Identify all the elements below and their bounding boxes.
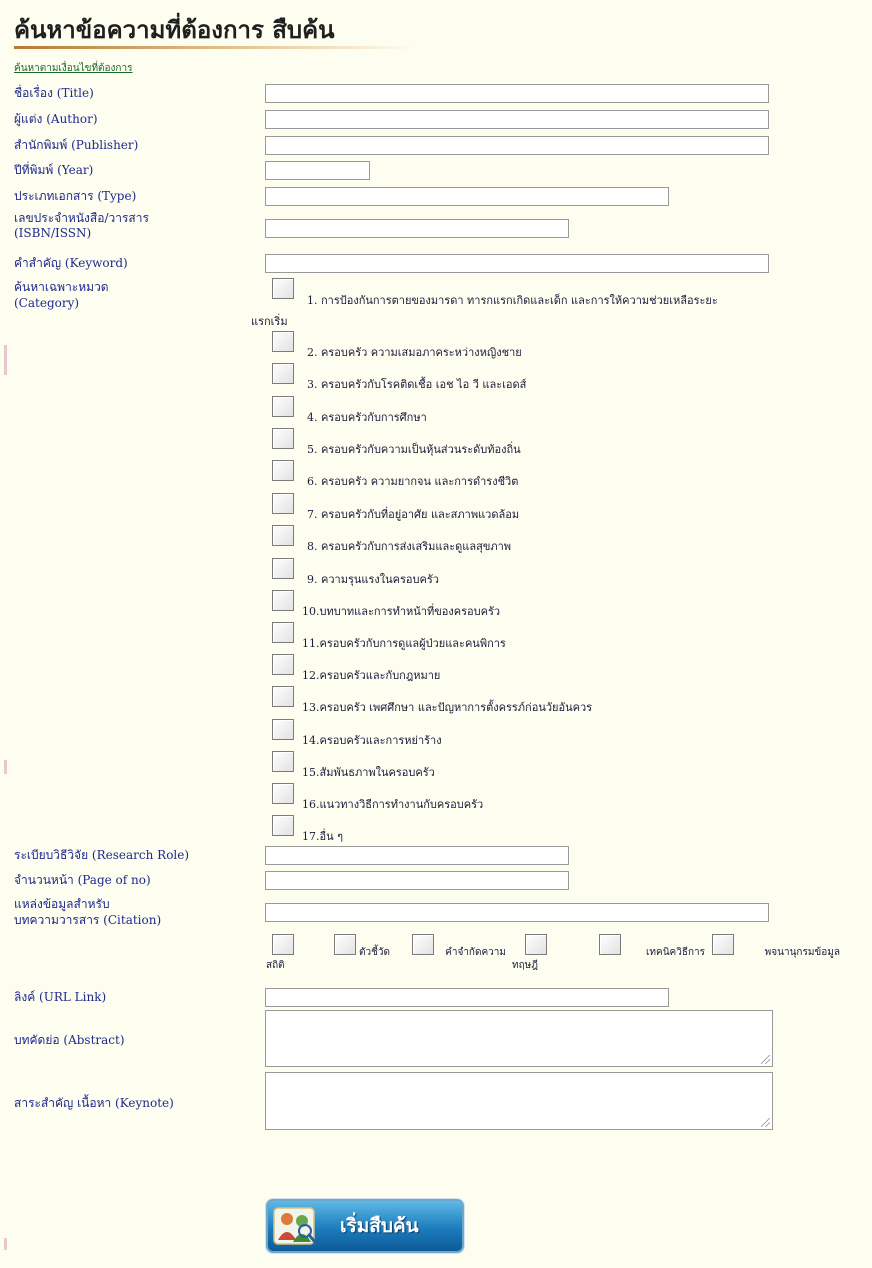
advanced-search-link[interactable]: ค้นหาตามเงื่อนไขที่ต้องการ xyxy=(14,61,132,76)
page-edge-mark xyxy=(4,345,7,375)
keynote-label: สาระสำคัญ เนื้อหา (Keynote) xyxy=(14,1096,174,1110)
category-label-2: 2. ครอบครัว ความเสมอภาคระหว่างหญิงชาย xyxy=(307,346,522,359)
keyword-label: คำสำคัญ (Keyword) xyxy=(14,256,128,270)
category-checkbox-7[interactable] xyxy=(272,493,294,514)
search-figures-icon xyxy=(272,1204,320,1248)
category-label-line2: (Category) xyxy=(14,296,80,310)
author-label: ผู้แต่ง (Author) xyxy=(14,112,98,126)
category-label-1a: 1. การป้องกันการตายของมารดา ทารกแรกเกิดแ… xyxy=(307,294,718,307)
category-label-3: 3. ครอบครัวกับโรคติดเชื้อ เอช ไอ วี และเ… xyxy=(307,378,527,391)
category-checkbox-11[interactable] xyxy=(272,622,294,643)
citation-option-statistics: สถิติ xyxy=(266,960,285,971)
category-checkbox-13[interactable] xyxy=(272,686,294,707)
page-title: ค้นหาข้อความที่ต้องการ สืบค้น xyxy=(14,16,335,44)
page-edge-mark xyxy=(4,760,7,774)
keyword-input[interactable] xyxy=(265,254,769,273)
page-edge-mark xyxy=(4,1238,7,1250)
type-input[interactable] xyxy=(265,187,669,206)
category-label-10: 10.บทบาทและการทำหน้าที่ของครอบครัว xyxy=(302,605,501,618)
citation-checkbox-statistics[interactable] xyxy=(272,934,294,955)
category-label-9: 9. ความรุนแรงในครอบครัว xyxy=(307,573,439,586)
category-label-5: 5. ครอบครัวกับความเป็นหุ้นส่วนระดับท้องถ… xyxy=(307,443,521,456)
citation-option-definitions: คำจำกัดความ xyxy=(445,947,506,958)
category-checkbox-8[interactable] xyxy=(272,525,294,546)
category-label-8: 8. ครอบครัวกับการส่งเสริมและดูแลสุขภาพ xyxy=(307,540,512,553)
category-label-17: 17.อื่น ๆ xyxy=(302,830,344,843)
keynote-textarea[interactable] xyxy=(265,1072,773,1130)
type-label: ประเภทเอกสาร (Type) xyxy=(14,189,137,203)
citation-input[interactable] xyxy=(265,903,769,922)
category-label-16: 16.แนวทางวิธีการทำงานกับครอบครัว xyxy=(302,798,484,811)
citation-option-data-dictionary: พจนานุกรมข้อมูล xyxy=(764,947,840,958)
publisher-input[interactable] xyxy=(265,136,769,155)
category-label-6: 6. ครอบครัว ความยากจน และการดำรงชีวิต xyxy=(307,475,519,488)
category-label-1b: แรกเริ่ม xyxy=(251,315,288,328)
author-input[interactable] xyxy=(265,110,769,129)
category-checkbox-4[interactable] xyxy=(272,396,294,417)
category-label-12: 12.ครอบครัวและกับกฎหมาย xyxy=(302,669,441,682)
category-label-11: 11.ครอบครัวกับการดูแลผู้ป่วยและคนพิการ xyxy=(302,637,506,650)
title-label: ชื่อเรื่อง (Title) xyxy=(14,86,94,100)
year-label: ปีที่พิมพ์ (Year) xyxy=(14,163,94,177)
category-label-7: 7. ครอบครัวกับที่อยู่อาศัย และสภาพแวดล้อ… xyxy=(307,508,520,521)
category-checkbox-9[interactable] xyxy=(272,558,294,579)
category-label-15: 15.สัมพันธภาพในครอบครัว xyxy=(302,766,435,779)
citation-checkbox-theory[interactable] xyxy=(525,934,547,955)
category-checkbox-16[interactable] xyxy=(272,783,294,804)
category-label-14: 14.ครอบครัวและการหย่าร้าง xyxy=(302,734,442,747)
category-checkbox-14[interactable] xyxy=(272,719,294,740)
citation-option-indicators: ตัวชี้วัด xyxy=(358,947,390,958)
category-checkbox-2[interactable] xyxy=(272,331,294,352)
category-checkbox-10[interactable] xyxy=(272,590,294,611)
title-underline xyxy=(14,46,414,49)
citation-option-theory: ทฤษฎี xyxy=(512,960,538,971)
citation-option-techniques: เทคนิควิธีการ xyxy=(646,947,705,958)
category-checkbox-12[interactable] xyxy=(272,654,294,675)
resize-grip-icon[interactable] xyxy=(761,1118,770,1127)
abstract-label: บทคัดย่อ (Abstract) xyxy=(14,1033,125,1047)
citation-label-line2: บทความวารสาร (Citation) xyxy=(14,913,162,927)
category-checkbox-5[interactable] xyxy=(272,428,294,449)
url-link-input[interactable] xyxy=(265,988,669,1007)
research-role-input[interactable] xyxy=(265,846,569,865)
publisher-label: สำนักพิมพ์ (Publisher) xyxy=(14,138,139,152)
category-checkbox-3[interactable] xyxy=(272,363,294,384)
page-of-no-label: จำนวนหน้า (Page of no) xyxy=(14,873,151,887)
url-link-label: ลิงค์ (URL Link) xyxy=(14,990,107,1004)
category-label-13: 13.ครอบครัว เพศศึกษา และปัญหาการตั้งครรภ… xyxy=(302,701,593,714)
isbn-input[interactable] xyxy=(265,219,569,238)
start-search-label: เริ่มสืบค้น xyxy=(340,1215,419,1237)
year-input[interactable] xyxy=(265,161,370,180)
citation-label-line1: แหล่งข้อมูลสำหรับ xyxy=(14,897,110,911)
category-checkbox-6[interactable] xyxy=(272,460,294,481)
category-label-4: 4. ครอบครัวกับการศึกษา xyxy=(307,411,427,424)
category-checkbox-17[interactable] xyxy=(272,815,294,836)
category-label-line1: ค้นหาเฉพาะหมวด xyxy=(14,280,109,294)
research-role-label: ระเบียบวิธีวิจัย (Research Role) xyxy=(14,848,190,862)
category-checkbox-1[interactable] xyxy=(272,278,294,299)
title-input[interactable] xyxy=(265,84,769,103)
abstract-textarea[interactable] xyxy=(265,1010,773,1067)
isbn-label-line2: (ISBN/ISSN) xyxy=(14,226,92,240)
category-checkbox-15[interactable] xyxy=(272,751,294,772)
resize-grip-icon[interactable] xyxy=(761,1055,770,1064)
start-search-button[interactable]: เริ่มสืบค้น xyxy=(266,1199,464,1253)
page-of-no-input[interactable] xyxy=(265,871,569,890)
isbn-label-line1: เลขประจำหนังสือ/วารสาร xyxy=(14,211,149,225)
